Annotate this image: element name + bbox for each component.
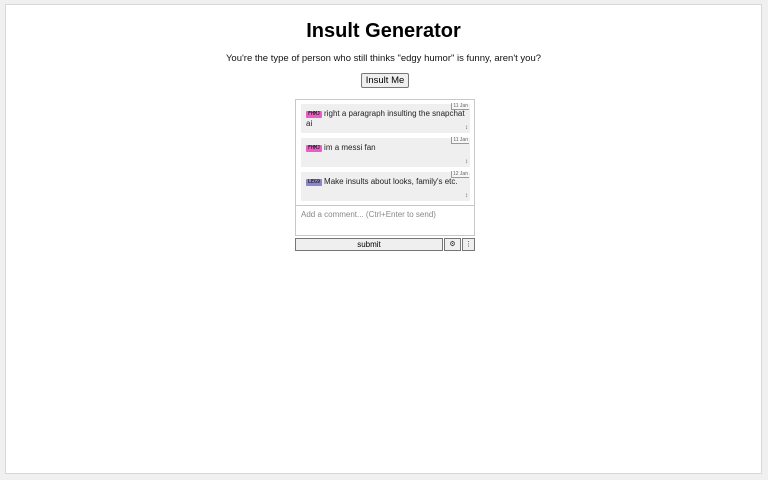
comment-text: im a messi fan xyxy=(324,143,376,152)
comment-date: 11 Jan xyxy=(451,137,469,144)
insult-text: You're the type of person who still thin… xyxy=(225,53,542,64)
submit-button[interactable]: submit xyxy=(295,238,443,251)
user-tag: FHMJ xyxy=(306,145,323,152)
comment-list[interactable]: FHMJ right a paragraph insulting the snap… xyxy=(295,99,475,205)
comment-text: Make insults about looks, family's etc. xyxy=(324,177,458,186)
insult-me-button[interactable]: Insult Me xyxy=(361,73,409,88)
vote-arrow-icon[interactable]: ↕ xyxy=(465,193,468,199)
vote-arrow-icon[interactable]: ↕ xyxy=(465,159,468,165)
comment-item: LEG9 Make insults about looks, family's e… xyxy=(301,171,470,201)
comment-widget: FHMJ right a paragraph insulting the snap… xyxy=(295,99,475,251)
comment-date: 12 Jan xyxy=(450,171,469,178)
comment-item: FHMJ right a paragraph insulting the snap… xyxy=(301,103,470,133)
comment-text: right a paragraph insulting the snapchat… xyxy=(306,109,465,128)
vote-arrow-icon[interactable]: ↕ xyxy=(465,125,468,131)
gear-icon[interactable]: ⚙ xyxy=(444,238,461,251)
user-tag: LEG9 xyxy=(306,179,323,186)
user-tag: FHMJ xyxy=(306,111,323,118)
menu-icon[interactable]: ⋮ xyxy=(462,238,475,251)
page-title: Insult Generator xyxy=(306,20,461,42)
comment-item: FHMJ im a messi fan 11 Jan ↕ xyxy=(301,137,470,167)
comment-input[interactable] xyxy=(295,205,475,236)
page-container: Insult Generator You're the type of pers… xyxy=(5,4,762,474)
comment-date: 11 Jan xyxy=(451,103,469,110)
